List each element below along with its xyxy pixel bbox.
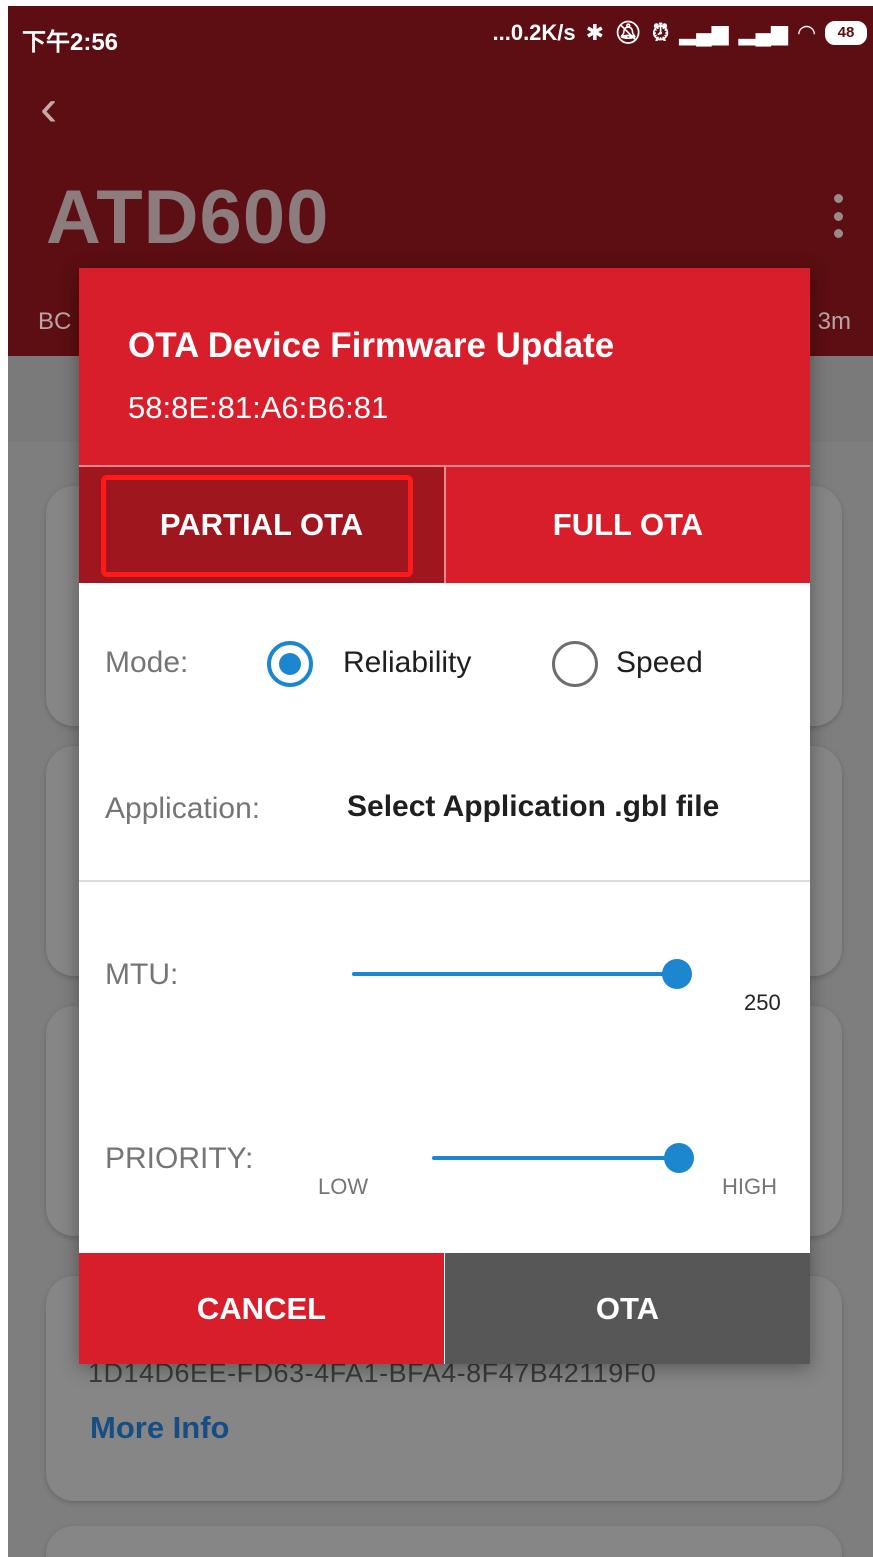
alarm-icon: ⏰︎ xyxy=(652,20,670,45)
priority-slider-thumb[interactable] xyxy=(664,1143,694,1173)
speed-radio[interactable] xyxy=(552,641,598,687)
mute-icon: 🔕︎ xyxy=(614,20,643,45)
priority-label: PRIORITY: xyxy=(105,1142,254,1175)
wifi-icon: ◠ xyxy=(798,20,815,45)
ota-button[interactable]: OTA xyxy=(445,1253,810,1364)
dialog-header: OTA Device Firmware Update 58:8E:81:A6:B… xyxy=(79,268,810,465)
more-options-icon[interactable] xyxy=(833,194,843,238)
mode-label: Mode: xyxy=(105,646,189,679)
speed-label[interactable]: Speed xyxy=(616,646,703,680)
device-address: 58:8E:81:A6:B6:81 xyxy=(128,390,389,425)
ota-tabs: PARTIAL OTA FULL OTA xyxy=(79,465,810,583)
cancel-button[interactable]: CANCEL xyxy=(79,1253,444,1364)
mtu-label: MTU: xyxy=(105,958,179,991)
application-label: Application: xyxy=(105,792,261,825)
bluetooth-icon: ✱ xyxy=(585,20,605,45)
reliability-radio[interactable] xyxy=(267,641,313,687)
signal-icon: ▂▄▆ xyxy=(679,20,729,45)
reliability-label[interactable]: Reliability xyxy=(343,646,471,680)
mtu-slider-track xyxy=(352,972,677,976)
hd-signal-icon: ▂▄▆ xyxy=(738,20,789,45)
status-icons: ...0.2K/s ✱ 🔕︎ ⏰︎ ▂▄▆ ▂▄▆ ◠ 48 xyxy=(492,20,867,46)
more-info-link[interactable]: More Info xyxy=(90,1410,230,1446)
device-title: ATD600 xyxy=(46,175,330,260)
app-screen: 下午2:56 ...0.2K/s ✱ 🔕︎ ⏰︎ ▂▄▆ ▂▄▆ ◠ 48 ‹ … xyxy=(8,6,873,1557)
selection-highlight xyxy=(101,475,413,577)
mtu-slider[interactable] xyxy=(352,959,692,989)
dialog-title: OTA Device Firmware Update xyxy=(128,326,615,365)
status-time: 下午2:56 xyxy=(22,29,119,56)
mtu-value: 250 xyxy=(744,990,781,1015)
priority-slider[interactable] xyxy=(432,1143,694,1173)
status-bar: 下午2:56 ...0.2K/s ✱ 🔕︎ ⏰︎ ▂▄▆ ▂▄▆ ◠ 48 xyxy=(8,6,873,66)
tab-full-ota[interactable]: FULL OTA xyxy=(446,467,810,583)
section-divider xyxy=(79,880,810,882)
tab-partial-right[interactable]: 3m xyxy=(818,308,851,336)
net-speed: ...0.2K/s xyxy=(492,20,576,45)
back-arrow-icon[interactable]: ‹ xyxy=(40,78,57,138)
battery-icon: 48 xyxy=(825,21,867,45)
tab-partial-left[interactable]: BC xyxy=(38,308,71,336)
priority-high-label: HIGH xyxy=(722,1174,777,1199)
select-application-button[interactable]: Select Application .gbl file xyxy=(347,790,719,824)
priority-low-label: LOW xyxy=(318,1174,369,1199)
mtu-slider-thumb[interactable] xyxy=(662,959,692,989)
service-card[interactable] xyxy=(46,1526,842,1557)
priority-slider-track xyxy=(432,1156,679,1160)
ota-dialog: OTA Device Firmware Update 58:8E:81:A6:B… xyxy=(79,268,810,1364)
